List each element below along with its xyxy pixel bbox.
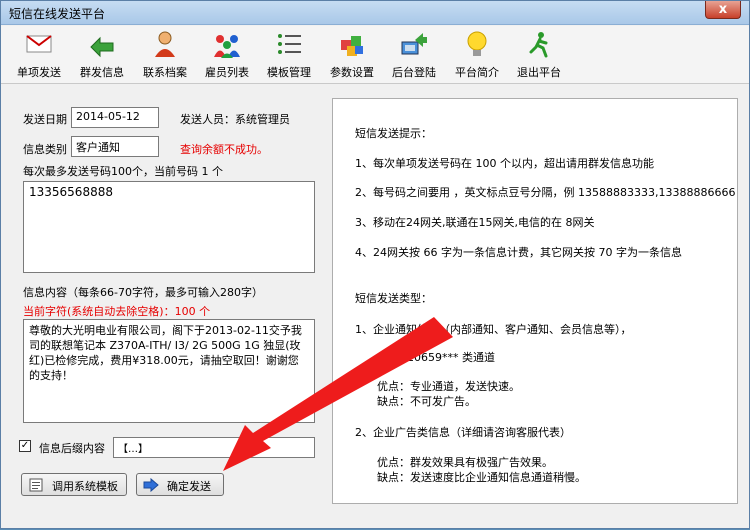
type1-title: 1、企业通知信息（内部通知、客户通知、会员信息等），: [355, 323, 632, 336]
type1-pro: 优点：专业通道，发送快速。: [377, 380, 520, 393]
toolbar-label: 退出平台: [517, 66, 561, 79]
toolbar-label: 群发信息: [80, 66, 124, 79]
type1-channel: 10659*** 类通道: [407, 351, 495, 364]
tip-item: 1、每次单项发送号码在 100 个以内，超出请用群发信息功能: [355, 157, 654, 170]
category-field[interactable]: 客户通知: [71, 136, 159, 157]
send-arrow-icon: [143, 477, 159, 493]
types-heading: 短信发送类型：: [355, 292, 432, 305]
tip-item: 4、24网关按 66 字为一条信息计费，其它网关按 70 字为一条信息: [355, 246, 682, 259]
date-label: 发送日期: [23, 113, 67, 126]
tips-panel: 短信发送提示： 1、每次单项发送号码在 100 个以内，超出请用群发信息功能 2…: [332, 98, 738, 504]
tips-heading: 短信发送提示：: [355, 127, 432, 140]
date-field[interactable]: 2014-05-12: [71, 107, 159, 128]
people-icon: [212, 30, 242, 58]
send-button[interactable]: 确定发送: [136, 473, 224, 496]
close-button[interactable]: x: [705, 1, 741, 19]
template-button-label: 调用系统模板: [52, 480, 118, 493]
type2-con: 缺点：发送速度比企业通知信息通道稍慢。: [377, 471, 586, 484]
toolbar-label: 联系档案: [143, 66, 187, 79]
toolbar: 单项发送 群发信息 联系档案 雇员列表 模板管理 参数设置 后台登陆 平台简介 …: [1, 26, 749, 84]
template-icon: [28, 478, 44, 492]
suffix-input[interactable]: 【…】: [113, 437, 315, 458]
toolbar-about[interactable]: 平台简介: [449, 30, 505, 82]
send-button-label: 确定发送: [167, 480, 211, 493]
main-window: 短信在线发送平台 x 单项发送 群发信息 联系档案 雇员列表 模板管理 参数设置…: [0, 0, 750, 529]
suffix-checkbox[interactable]: ✓: [19, 440, 31, 452]
category-label: 信息类别: [23, 143, 67, 156]
sender-label: 发送人员：系统管理员: [180, 113, 290, 126]
login-icon: [399, 30, 429, 58]
exit-icon: [524, 30, 554, 58]
content-input[interactable]: 尊敬的大光明电业有限公司，阁下于2013-02-11交予我司的联想笔记本 Z37…: [23, 319, 315, 423]
toolbar-label: 平台简介: [455, 66, 499, 79]
char-count: 当前字符(系统自动去除空格)：100 个: [23, 305, 211, 318]
tip-item: 2、每号码之间要用 ，英文标点豆号分隔，例 13588883333,133888…: [355, 186, 736, 199]
tip-item: 3、移动在24网关,联通在15网关,电信的在 8网关: [355, 216, 595, 229]
template-button[interactable]: 调用系统模板: [21, 473, 127, 496]
toolbar-label: 模板管理: [267, 66, 311, 79]
list-icon: [274, 30, 304, 58]
balance-error: 查询余额不成功。: [180, 143, 268, 156]
numbers-input[interactable]: 13356568888: [23, 181, 315, 273]
toolbar-templates[interactable]: 模板管理: [261, 30, 317, 82]
lightbulb-icon: [462, 30, 492, 58]
type1-con: 缺点：不可发广告。: [377, 395, 476, 408]
toolbar-settings[interactable]: 参数设置: [323, 30, 381, 82]
toolbar-exit[interactable]: 退出平台: [511, 30, 567, 82]
toolbar-label: 雇员列表: [205, 66, 249, 79]
toolbar-contacts[interactable]: 联系档案: [137, 30, 193, 82]
toolbar-label: 参数设置: [330, 66, 374, 79]
toolbar-label: 后台登陆: [392, 66, 436, 79]
person-icon: [150, 30, 180, 58]
type2-pro: 优点：群发效果具有极强广告效果。: [377, 456, 553, 469]
back-arrow-icon: [87, 30, 117, 58]
toolbar-single-send[interactable]: 单项发送: [11, 30, 67, 82]
toolbar-group-send[interactable]: 群发信息: [74, 30, 130, 82]
suffix-label: 信息后缀内容: [39, 442, 105, 455]
content-hint: 信息内容（每条66-70字符，最多可输入280字）: [23, 286, 263, 299]
type2-title: 2、企业广告类信息（详细请咨询客服代表）: [355, 426, 571, 439]
blocks-icon: [337, 30, 367, 58]
toolbar-label: 单项发送: [17, 66, 61, 79]
number-hint: 每次最多发送号码100个，当前号码 1 个: [23, 165, 223, 178]
window-title: 短信在线发送平台: [9, 7, 106, 21]
title-bar: 短信在线发送平台 x: [1, 1, 749, 25]
envelope-icon: [24, 30, 54, 58]
toolbar-employees[interactable]: 雇员列表: [199, 30, 255, 82]
toolbar-backend-login[interactable]: 后台登陆: [386, 30, 442, 82]
